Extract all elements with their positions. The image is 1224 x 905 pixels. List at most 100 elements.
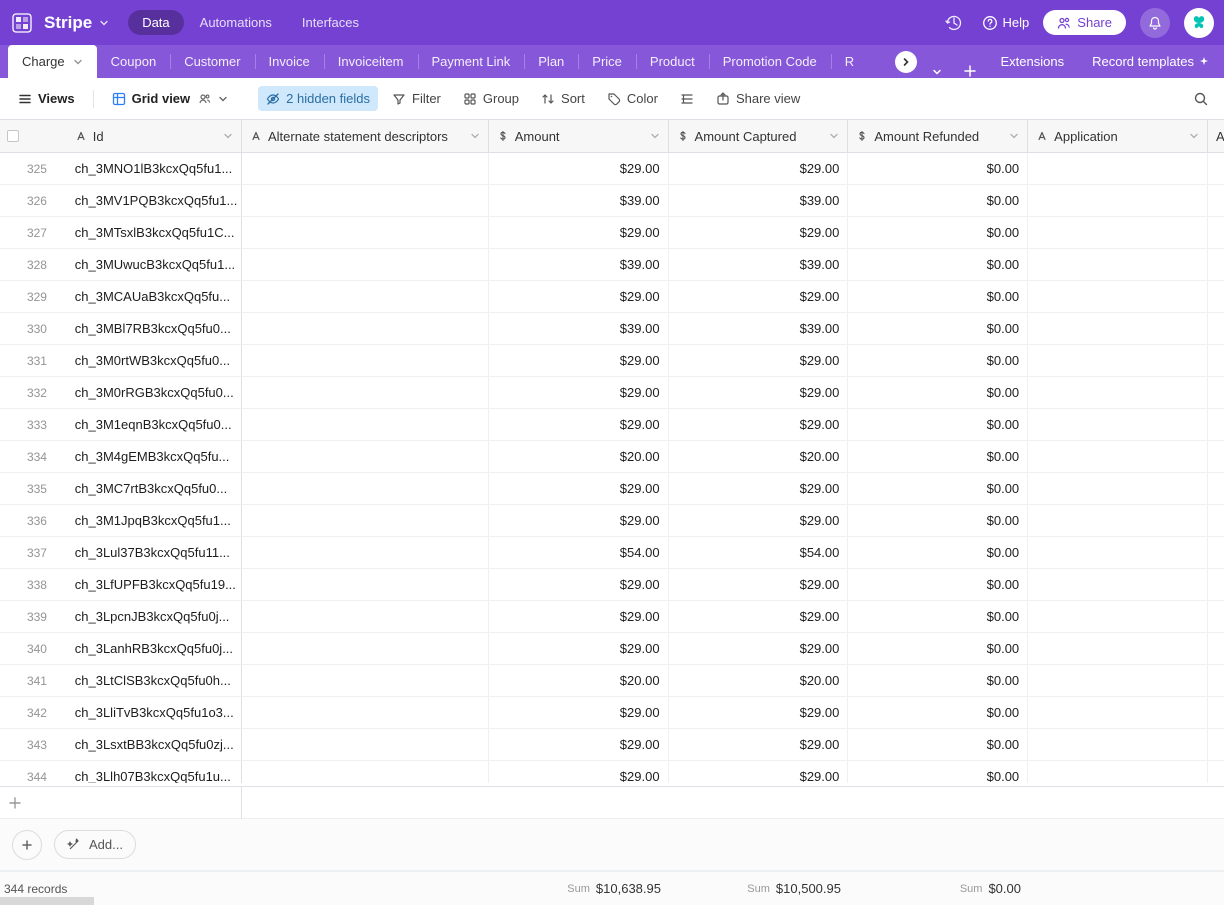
- cell-application[interactable]: [1028, 249, 1208, 280]
- tab-interfaces[interactable]: Interfaces: [288, 10, 373, 35]
- color-button[interactable]: Color: [599, 86, 666, 111]
- cell-amount[interactable]: $29.00: [489, 377, 669, 408]
- column-header-alt[interactable]: Alternate statement descriptors: [242, 120, 489, 152]
- cell-alt[interactable]: [242, 633, 489, 664]
- cell-refunded[interactable]: $0.00: [848, 185, 1028, 216]
- table-tab-overflow[interactable]: R: [831, 45, 868, 78]
- cell-id[interactable]: ch_3MBl7RB3kcxQq5fu0...: [67, 313, 241, 344]
- table-tab-product[interactable]: Product: [636, 45, 709, 78]
- sum-amount[interactable]: Sum $10,638.95: [489, 872, 669, 905]
- cell-amount[interactable]: $29.00: [489, 633, 669, 664]
- column-header-amount[interactable]: Amount: [489, 120, 669, 152]
- cell-captured[interactable]: $29.00: [669, 281, 849, 312]
- column-header-application[interactable]: Application: [1028, 120, 1208, 152]
- cell-alt[interactable]: [242, 729, 489, 760]
- group-button[interactable]: Group: [455, 86, 527, 111]
- cell-refunded[interactable]: $0.00: [848, 537, 1028, 568]
- table-row[interactable]: 327ch_3MTsxlB3kcxQq5fu1C...$29.00$29.00$…: [0, 217, 1224, 249]
- table-row[interactable]: 325ch_3MNO1lB3kcxQq5fu1...$29.00$29.00$0…: [0, 153, 1224, 185]
- cell-alt[interactable]: [242, 569, 489, 600]
- cell-refunded[interactable]: $0.00: [848, 153, 1028, 184]
- cell-amount[interactable]: $29.00: [489, 505, 669, 536]
- table-tab-price[interactable]: Price: [578, 45, 636, 78]
- cell-alt[interactable]: [242, 537, 489, 568]
- cell-alt[interactable]: [242, 441, 489, 472]
- cell-refunded[interactable]: $0.00: [848, 217, 1028, 248]
- cell-captured[interactable]: $39.00: [669, 313, 849, 344]
- cell-captured[interactable]: $39.00: [669, 185, 849, 216]
- cell-amount[interactable]: $39.00: [489, 185, 669, 216]
- table-row[interactable]: 344ch_3Llh07B3kcxQq5fu1u...$29.00$29.00$…: [0, 761, 1224, 783]
- table-tab-promotion-code[interactable]: Promotion Code: [709, 45, 831, 78]
- cell-captured[interactable]: $29.00: [669, 217, 849, 248]
- cell-amount[interactable]: $29.00: [489, 409, 669, 440]
- cell-refunded[interactable]: $0.00: [848, 761, 1028, 783]
- table-row[interactable]: 339ch_3LpcnJB3kcxQq5fu0j...$29.00$29.00$…: [0, 601, 1224, 633]
- table-row[interactable]: 338ch_3LfUPFB3kcxQq5fu19...$29.00$29.00$…: [0, 569, 1224, 601]
- cell-refunded[interactable]: $0.00: [848, 409, 1028, 440]
- cell-captured[interactable]: $54.00: [669, 537, 849, 568]
- extensions-link[interactable]: Extensions: [987, 54, 1079, 69]
- cell-refunded[interactable]: $0.00: [848, 473, 1028, 504]
- cell-alt[interactable]: [242, 377, 489, 408]
- cell-refunded[interactable]: $0.00: [848, 249, 1028, 280]
- cell-captured[interactable]: $29.00: [669, 153, 849, 184]
- table-tab-coupon[interactable]: Coupon: [97, 45, 171, 78]
- search-button[interactable]: [1188, 86, 1214, 112]
- add-table-button[interactable]: [953, 64, 987, 78]
- add-summary-button[interactable]: [12, 830, 42, 860]
- sum-captured[interactable]: Sum $10,500.95: [669, 872, 849, 905]
- cell-captured[interactable]: $20.00: [669, 665, 849, 696]
- cell-alt[interactable]: [242, 665, 489, 696]
- cell-refunded[interactable]: $0.00: [848, 697, 1028, 728]
- filter-button[interactable]: Filter: [384, 86, 449, 111]
- table-row[interactable]: 330ch_3MBl7RB3kcxQq5fu0...$39.00$39.00$0…: [0, 313, 1224, 345]
- base-name[interactable]: Stripe: [44, 13, 92, 33]
- cell-application[interactable]: [1028, 185, 1208, 216]
- cell-id[interactable]: ch_3LanhRB3kcxQq5fu0j...: [67, 633, 241, 664]
- sum-refunded[interactable]: Sum $0.00: [849, 872, 1029, 905]
- cell-id[interactable]: ch_3Lul37B3kcxQq5fu11...: [67, 537, 241, 568]
- cell-alt[interactable]: [242, 505, 489, 536]
- cell-alt[interactable]: [242, 249, 489, 280]
- cell-alt[interactable]: [242, 697, 489, 728]
- cell-id[interactable]: ch_3LpcnJB3kcxQq5fu0j...: [67, 601, 241, 632]
- cell-id[interactable]: ch_3LfUPFB3kcxQq5fu19...: [67, 569, 241, 600]
- grid-view-button[interactable]: Grid view: [104, 86, 237, 111]
- cell-application[interactable]: [1028, 633, 1208, 664]
- hidden-fields-button[interactable]: 2 hidden fields: [258, 86, 378, 111]
- cell-captured[interactable]: $39.00: [669, 249, 849, 280]
- table-row[interactable]: 328ch_3MUwucB3kcxQq5fu1...$39.00$39.00$0…: [0, 249, 1224, 281]
- table-tab-customer[interactable]: Customer: [170, 45, 254, 78]
- cell-amount[interactable]: $20.00: [489, 665, 669, 696]
- share-button[interactable]: Share: [1043, 10, 1126, 35]
- cell-captured[interactable]: $29.00: [669, 409, 849, 440]
- table-row[interactable]: 336ch_3M1JpqB3kcxQq5fu1...$29.00$29.00$0…: [0, 505, 1224, 537]
- add-row-button[interactable]: [0, 787, 242, 819]
- cell-application[interactable]: [1028, 665, 1208, 696]
- cell-amount[interactable]: $29.00: [489, 761, 669, 783]
- sort-button[interactable]: Sort: [533, 86, 593, 111]
- horizontal-scrollbar[interactable]: [0, 897, 94, 905]
- cell-alt[interactable]: [242, 761, 489, 783]
- cell-application[interactable]: [1028, 313, 1208, 344]
- cell-alt[interactable]: [242, 409, 489, 440]
- table-row[interactable]: 340ch_3LanhRB3kcxQq5fu0j...$29.00$29.00$…: [0, 633, 1224, 665]
- cell-id[interactable]: ch_3MTsxlB3kcxQq5fu1C...: [67, 217, 241, 248]
- cell-id[interactable]: ch_3MC7rtB3kcxQq5fu0...: [67, 473, 241, 504]
- cell-refunded[interactable]: $0.00: [848, 313, 1028, 344]
- share-view-button[interactable]: Share view: [708, 86, 808, 111]
- cell-id[interactable]: ch_3M0rRGB3kcxQq5fu0...: [67, 377, 241, 408]
- notifications-button[interactable]: [1140, 8, 1170, 38]
- cell-amount[interactable]: $29.00: [489, 217, 669, 248]
- cell-amount[interactable]: $29.00: [489, 345, 669, 376]
- cell-alt[interactable]: [242, 281, 489, 312]
- cell-amount[interactable]: $29.00: [489, 697, 669, 728]
- cell-captured[interactable]: $29.00: [669, 569, 849, 600]
- table-row[interactable]: 331ch_3M0rtWB3kcxQq5fu0...$29.00$29.00$0…: [0, 345, 1224, 377]
- cell-captured[interactable]: $29.00: [669, 633, 849, 664]
- cell-application[interactable]: [1028, 377, 1208, 408]
- cell-application[interactable]: [1028, 697, 1208, 728]
- cell-alt[interactable]: [242, 345, 489, 376]
- cell-id[interactable]: ch_3LtClSB3kcxQq5fu0h...: [67, 665, 241, 696]
